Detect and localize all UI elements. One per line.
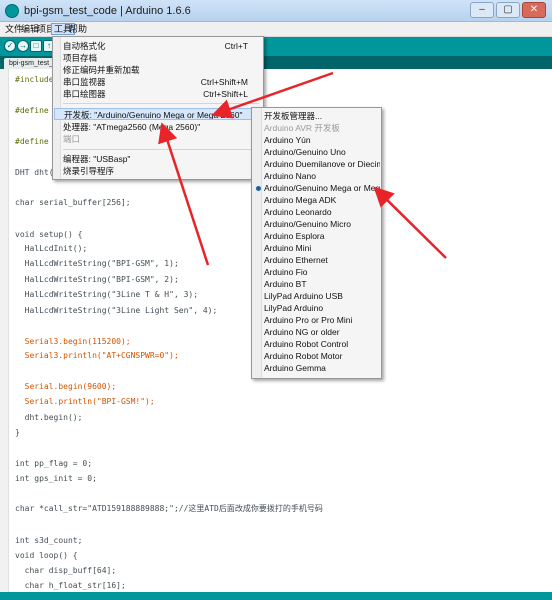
board-option[interactable]: Arduino Fio (253, 266, 380, 278)
verify-icon[interactable]: ✓ (4, 40, 16, 52)
board-option[interactable]: Arduino/Genuino Micro (253, 218, 380, 230)
code-line: HalLcdInit(); (15, 244, 88, 253)
menu-help[interactable]: 帮助 (67, 23, 89, 35)
line-gutter (0, 69, 9, 592)
board-option[interactable]: Arduino Ethernet (253, 254, 380, 266)
arduino-app-icon (5, 4, 19, 18)
menu-bar: 文件 编辑 项目 工具 帮助 (0, 22, 552, 37)
code-line: char disp_buff[64]; (15, 566, 117, 575)
board-option[interactable]: Arduino Duemilanove or Diecimila (253, 158, 380, 170)
menu-separator (63, 103, 259, 104)
board-option[interactable]: Arduino Leonardo (253, 206, 380, 218)
code-line: void loop() { (15, 551, 78, 560)
serial-plotter-item[interactable]: 串口绘图器 Ctrl+Shift+L (54, 88, 262, 100)
tools-menu: 自动格式化 Ctrl+T 项目存档 修正编码并重新加载 串口监视器 Ctrl+S… (52, 36, 264, 180)
code-line: void setup() { (15, 230, 83, 239)
board-option[interactable]: Arduino Robot Motor (253, 350, 380, 362)
board-option[interactable]: Arduino Mega ADK (253, 194, 380, 206)
code-line: HalLcdWriteString("BPI-GSM", 1); (15, 259, 179, 268)
code-line: HalLcdWriteString("BPI-GSM", 2); (15, 275, 179, 284)
code-line: HalLcdWriteString("3Line T & H", 3); (15, 290, 199, 299)
code-line: Serial3.println("AT+CGNSPWR=0"); (15, 351, 179, 360)
window-title: bpi-gsm_test_code | Arduino 1.6.6 (24, 5, 191, 17)
close-window-button[interactable]: ✕ (522, 2, 546, 18)
board-option[interactable]: Arduino Nano (253, 170, 380, 182)
programmer-submenu-item[interactable]: 编程器: "USBasp" (54, 153, 262, 165)
new-sketch-icon[interactable]: □ (30, 40, 42, 52)
title-bar: bpi-gsm_test_code | Arduino 1.6.6 – ▢ ✕ (0, 0, 552, 22)
status-bar (0, 592, 552, 600)
maximize-button[interactable]: ▢ (496, 2, 520, 18)
board-option[interactable]: Arduino BT (253, 278, 380, 290)
code-line: char *call_str="ATD159188889888;";//这里AT… (15, 504, 323, 513)
board-submenu: 开发板管理器... Arduino AVR 开发板 Arduino Yún Ar… (251, 107, 382, 379)
code-line: Serial.begin(9600); (15, 382, 117, 391)
code-line: int pp_flag = 0; (15, 459, 93, 468)
auto-format-item[interactable]: 自动格式化 Ctrl+T (54, 40, 262, 52)
code-line: Serial3.begin(115200); (15, 337, 131, 346)
board-option[interactable]: LilyPad Arduino USB (253, 290, 380, 302)
minimize-button[interactable]: – (470, 2, 494, 18)
board-submenu-item[interactable]: 开发板: "Arduino/Genuino Mega or Mega 2560" (54, 108, 262, 120)
board-option[interactable]: Arduino Esplora (253, 230, 380, 242)
code-line: dht.begin(); (15, 413, 83, 422)
port-submenu-item[interactable]: 端口 (54, 133, 262, 145)
board-option[interactable]: Arduino Mini (253, 242, 380, 254)
menu-separator (63, 149, 259, 150)
board-option-selected[interactable]: Arduino/Genuino Mega or Mega 2560 (253, 182, 380, 194)
board-option[interactable]: Arduino NG or older (253, 326, 380, 338)
code-line: Serial.println("BPI-GSM!"); (15, 397, 155, 406)
code-line: int s3d_count; (15, 536, 83, 545)
code-line: } (15, 428, 20, 437)
board-option[interactable]: LilyPad Arduino (253, 302, 380, 314)
burn-bootloader-item[interactable]: 烧录引导程序 (54, 165, 262, 177)
upload-icon[interactable]: → (17, 40, 29, 52)
board-group-header: Arduino AVR 开发板 (264, 123, 340, 133)
code-line: int gps_init = 0; (15, 474, 97, 483)
board-option[interactable]: Arduino Pro or Pro Mini (253, 314, 380, 326)
code-line: char serial_buffer[256]; (15, 198, 131, 207)
code-line: char h_float_str[16]; (15, 581, 126, 590)
serial-monitor-item[interactable]: 串口监视器 Ctrl+Shift+M (54, 76, 262, 88)
processor-submenu-item[interactable]: 处理器: "ATmega2560 (Mega 2560)" (54, 121, 262, 133)
fix-encoding-item[interactable]: 修正编码并重新加载 (54, 64, 262, 76)
boards-manager-item[interactable]: 开发板管理器... (253, 110, 380, 122)
board-option[interactable]: Arduino Yún (253, 134, 380, 146)
archive-sketch-item[interactable]: 项目存档 (54, 52, 262, 64)
board-option[interactable]: Arduino Robot Control (253, 338, 380, 350)
selected-radio-icon (256, 186, 261, 191)
code-line: HalLcdWriteString("3Line Light Sen", 4); (15, 306, 218, 315)
board-option[interactable]: Arduino Gemma (253, 362, 380, 374)
board-option[interactable]: Arduino/Genuino Uno (253, 146, 380, 158)
